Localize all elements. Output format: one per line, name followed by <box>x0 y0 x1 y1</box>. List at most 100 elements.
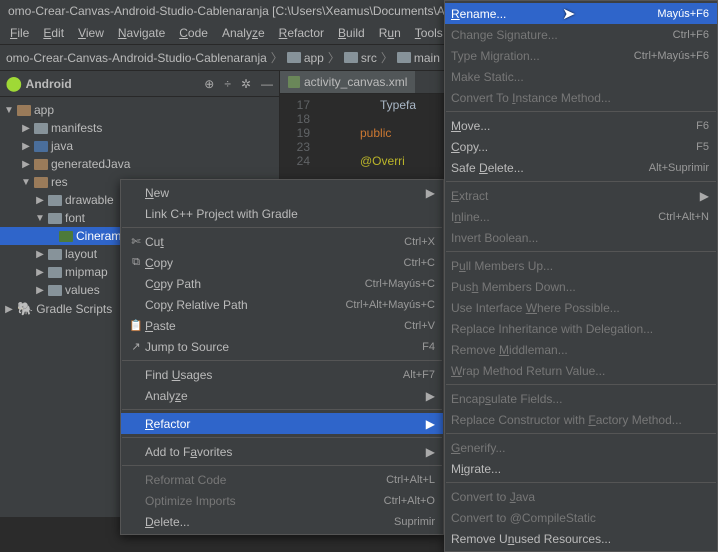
folder-icon <box>48 285 62 296</box>
expand-arrow-icon[interactable]: ▶ <box>35 195 45 206</box>
menu-separator <box>122 465 442 466</box>
settings-icon[interactable]: ✲ <box>241 77 251 91</box>
tab-activity-canvas[interactable]: activity_canvas.xml <box>280 71 415 93</box>
ctx-convert-to-instance: Convert To Instance Method... <box>445 87 717 108</box>
ctx-convert-to-java: Convert to Java <box>445 486 717 507</box>
menu-separator <box>446 111 716 112</box>
ctx-copy-path[interactable]: Copy PathCtrl+Mayús+C <box>121 273 443 294</box>
jump-icon: ↗ <box>127 340 145 353</box>
menu-separator <box>122 360 442 361</box>
folder-icon <box>48 195 62 206</box>
tree-header: ⬤Android ⊕ ÷ ✲ — <box>0 71 279 97</box>
expand-arrow-icon[interactable]: ▶ <box>21 123 31 134</box>
menu-separator <box>122 227 442 228</box>
chevron-right-icon: 〉 <box>271 49 283 66</box>
collapse-icon[interactable]: ÷ <box>224 77 231 91</box>
ctx-refactor[interactable]: Refactor▶ <box>121 413 443 434</box>
expand-arrow-icon[interactable]: ▶ <box>35 285 45 296</box>
folder-icon <box>397 52 411 63</box>
ctx-new[interactable]: New▶ <box>121 182 443 203</box>
menu-build[interactable]: Build <box>332 24 371 42</box>
ctx-remove-middleman: Remove Middleman... <box>445 339 717 360</box>
ctx-copy[interactable]: Copy...F5 <box>445 136 717 157</box>
expand-arrow-icon[interactable]: ▼ <box>21 177 31 188</box>
folder-icon <box>48 213 62 224</box>
tree-view-label[interactable]: Android <box>26 77 72 91</box>
menu-edit[interactable]: Edit <box>37 24 70 42</box>
expand-arrow-icon[interactable]: ▶ <box>21 159 31 170</box>
line-number: 24 <box>280 154 320 168</box>
folder-icon <box>34 177 48 188</box>
line-number: 23 <box>280 140 320 154</box>
menu-separator <box>446 433 716 434</box>
expand-arrow-icon[interactable]: ▶ <box>4 304 14 315</box>
expand-arrow-icon[interactable]: ▶ <box>21 141 31 152</box>
ctx-link-cpp[interactable]: Link C++ Project with Gradle <box>121 203 443 224</box>
refactor-submenu: Rename...Mayús+F6 Change Signature...Ctr… <box>444 0 718 552</box>
ctx-add-to-favorites[interactable]: Add to Favorites▶ <box>121 441 443 462</box>
menu-code[interactable]: Code <box>173 24 214 42</box>
tree-node-generatedjava[interactable]: ▶generatedJava <box>0 155 279 173</box>
menu-view[interactable]: View <box>72 24 110 42</box>
ctx-extract: Extract▶ <box>445 185 717 206</box>
ctx-cut[interactable]: ✄CutCtrl+X <box>121 231 443 252</box>
submenu-arrow-icon: ▶ <box>426 445 435 459</box>
submenu-arrow-icon: ▶ <box>426 186 435 200</box>
ctx-find-usages[interactable]: Find UsagesAlt+F7 <box>121 364 443 385</box>
menu-refactor[interactable]: Refactor <box>273 24 330 42</box>
cut-icon: ✄ <box>127 235 145 248</box>
tree-node-java[interactable]: ▶java <box>0 137 279 155</box>
ctx-type-migration: Type Migration...Ctrl+Mayús+F6 <box>445 45 717 66</box>
menu-run[interactable]: Run <box>373 24 407 42</box>
folder-icon <box>34 141 48 152</box>
menu-analyze[interactable]: Analyze <box>216 24 271 42</box>
ctx-generify: Generify... <box>445 437 717 458</box>
ctx-rename[interactable]: Rename...Mayús+F6 <box>445 3 717 24</box>
module-icon <box>17 105 31 116</box>
breadcrumb-project[interactable]: omo-Crear-Canvas-Android-Studio-Cablenar… <box>6 51 267 65</box>
ctx-paste[interactable]: 📋PasteCtrl+V <box>121 315 443 336</box>
ctx-reformat-code: Reformat CodeCtrl+Alt+L <box>121 469 443 490</box>
expand-arrow-icon[interactable]: ▶ <box>35 267 45 278</box>
ctx-replace-constructor: Replace Constructor with Factory Method.… <box>445 409 717 430</box>
ctx-copy[interactable]: ⧉CopyCtrl+C <box>121 252 443 273</box>
ctx-change-signature: Change Signature...Ctrl+F6 <box>445 24 717 45</box>
menu-separator <box>122 409 442 410</box>
ctx-jump-to-source[interactable]: ↗Jump to SourceF4 <box>121 336 443 357</box>
copy-icon: ⧉ <box>127 256 145 269</box>
expand-arrow-icon[interactable]: ▶ <box>35 249 45 260</box>
chevron-right-icon: 〉 <box>381 49 393 66</box>
ctx-encapsulate-fields: Encapsulate Fields... <box>445 388 717 409</box>
menu-separator <box>122 437 442 438</box>
expand-arrow-icon[interactable]: ▼ <box>35 213 45 224</box>
context-menu: New▶ Link C++ Project with Gradle ✄CutCt… <box>120 179 444 535</box>
ctx-copy-relative-path[interactable]: Copy Relative PathCtrl+Alt+Mayús+C <box>121 294 443 315</box>
chevron-right-icon: 〉 <box>328 49 340 66</box>
folder-icon <box>48 249 62 260</box>
menu-navigate[interactable]: Navigate <box>112 24 171 42</box>
tree-node-manifests[interactable]: ▶manifests <box>0 119 279 137</box>
ctx-move[interactable]: Move...F6 <box>445 115 717 136</box>
menu-separator <box>446 251 716 252</box>
minimize-icon[interactable]: — <box>261 77 273 91</box>
menu-separator <box>446 181 716 182</box>
ctx-migrate[interactable]: Migrate... <box>445 458 717 479</box>
target-icon[interactable]: ⊕ <box>204 77 214 91</box>
breadcrumb-main[interactable]: main <box>397 51 440 65</box>
menu-file[interactable]: File <box>4 24 35 42</box>
ctx-safe-delete[interactable]: Safe Delete...Alt+Suprimir <box>445 157 717 178</box>
menu-tools[interactable]: Tools <box>409 24 449 42</box>
ctx-analyze[interactable]: Analyze▶ <box>121 385 443 406</box>
tree-node-app[interactable]: ▼app <box>0 101 279 119</box>
breadcrumb-src[interactable]: src <box>344 51 377 65</box>
folder-icon <box>344 52 358 63</box>
ctx-delete[interactable]: Delete...Suprimir <box>121 511 443 532</box>
line-number: 17 <box>280 98 320 112</box>
font-file-icon <box>59 231 73 242</box>
breadcrumb-app[interactable]: app <box>287 51 324 65</box>
ctx-remove-unused[interactable]: Remove Unused Resources... <box>445 528 717 549</box>
menu-separator <box>446 384 716 385</box>
folder-icon <box>34 123 48 134</box>
ctx-wrap-return: Wrap Method Return Value... <box>445 360 717 381</box>
expand-arrow-icon[interactable]: ▼ <box>4 105 14 116</box>
